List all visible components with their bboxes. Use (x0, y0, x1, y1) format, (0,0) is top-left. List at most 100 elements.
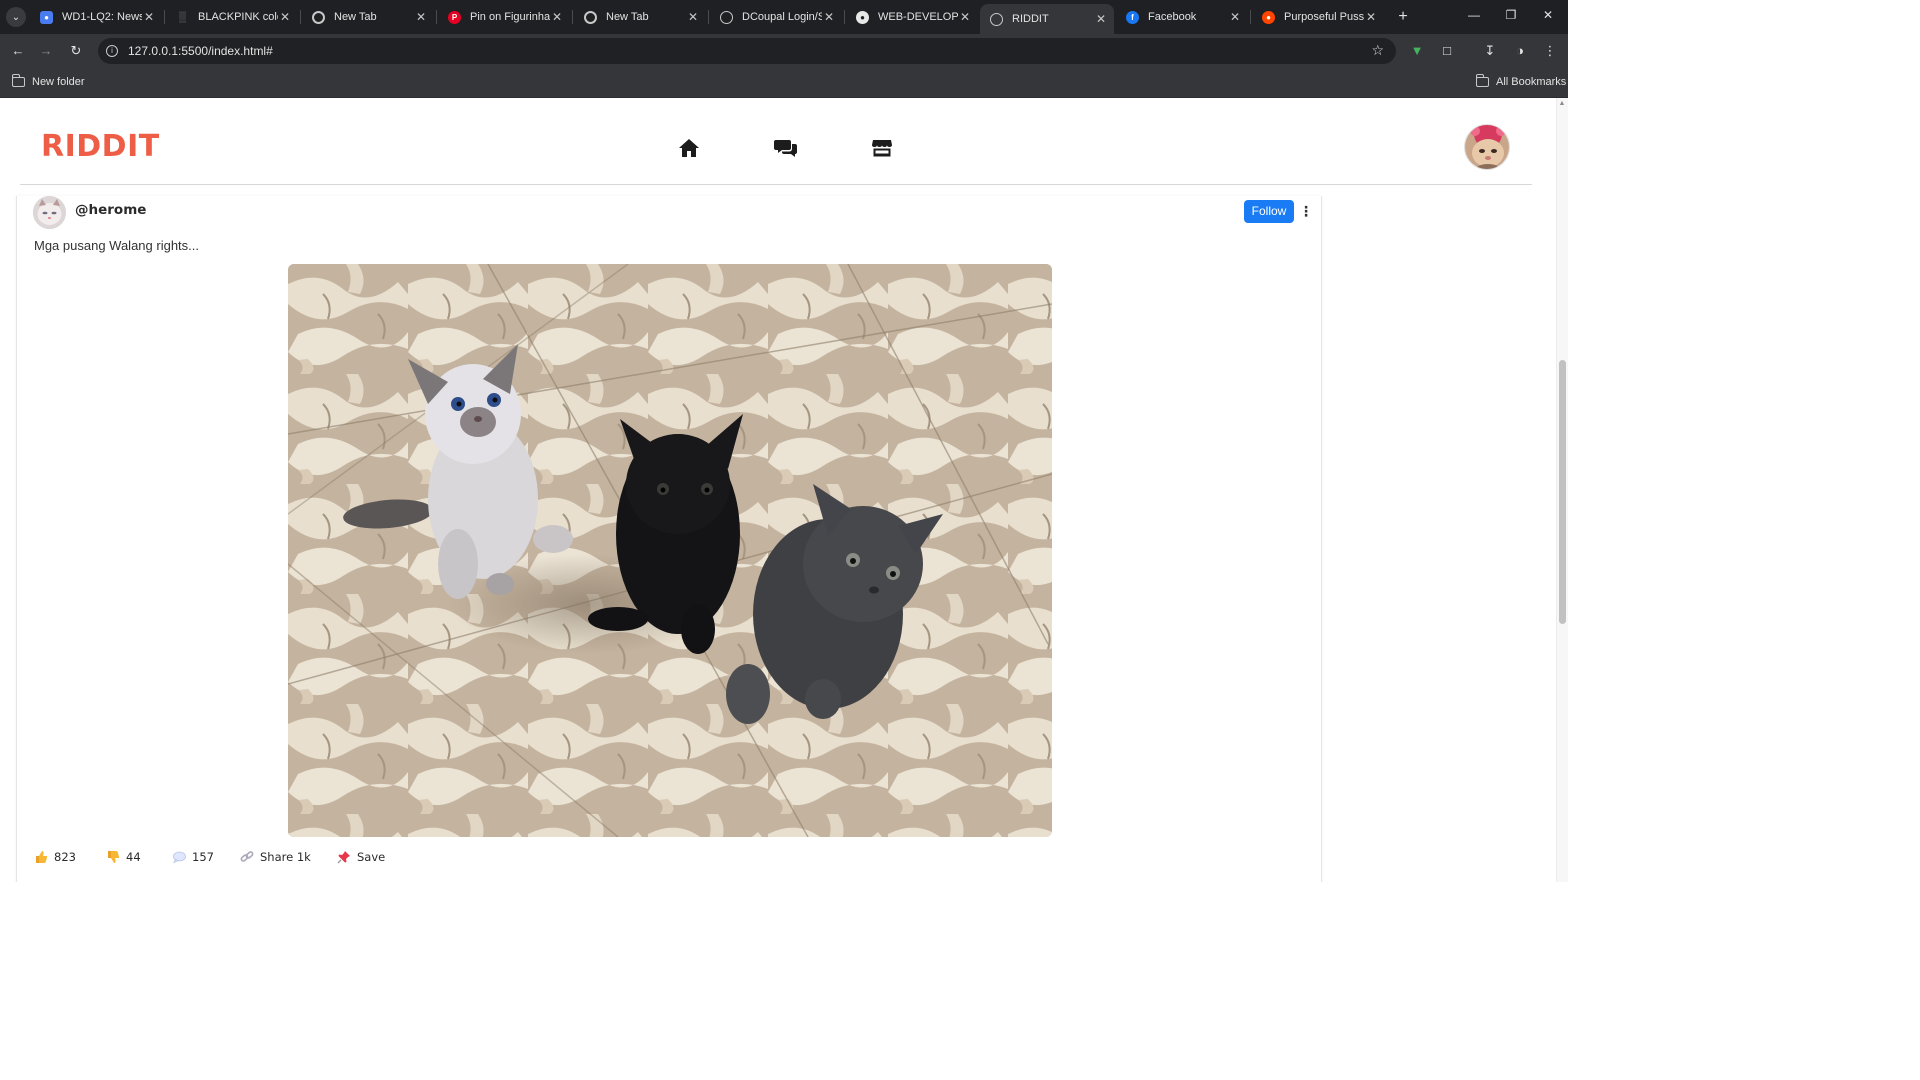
post-card: @herome Follow ⋮ Mga pusang Walang right… (16, 196, 1322, 882)
like-count: 823 (54, 850, 76, 864)
url-text[interactable]: 127.0.0.1:5500/index.html# (128, 44, 273, 58)
author-avatar[interactable] (33, 196, 66, 229)
tab-6[interactable]: ● WEB-DEVELOPME ✕ (846, 4, 978, 30)
thumbs-up-icon (36, 851, 48, 863)
tab-divider (708, 10, 709, 24)
close-icon[interactable]: ✕ (958, 10, 972, 24)
follow-button[interactable]: Follow (1244, 200, 1294, 223)
bookmark-star-icon[interactable]: ☆ (1371, 42, 1384, 59)
save-label: Save (357, 850, 386, 864)
share-label: Share 1k (260, 850, 311, 864)
profile-icon[interactable]: ◑ (1512, 43, 1528, 59)
dislike-count: 44 (126, 850, 141, 864)
close-icon[interactable]: ✕ (414, 10, 428, 24)
comments-icon[interactable] (773, 136, 797, 160)
tab-1[interactable]: ▒ BLACKPINK colors ✕ (166, 4, 298, 30)
tab-3[interactable]: P Pin on Figurinhas ✕ (438, 4, 570, 30)
minimize-icon[interactable]: — (1459, 8, 1489, 22)
all-bookmarks[interactable]: All Bookmarks (1475, 74, 1567, 88)
speech-bubble-icon (173, 851, 186, 864)
user-avatar[interactable] (1464, 124, 1510, 170)
facebook-icon: f (1126, 10, 1139, 24)
tab-divider (844, 10, 845, 24)
close-icon[interactable]: ✕ (1094, 12, 1108, 26)
like-button[interactable]: 823 (34, 850, 76, 864)
tab-divider (300, 10, 301, 24)
bookmark-folder[interactable]: New folder (11, 74, 85, 88)
new-tab-icon[interactable]: + (1393, 7, 1413, 27)
download-icon[interactable]: ↧ (1482, 43, 1498, 59)
page-scrollbar-thumb[interactable] (1559, 360, 1566, 624)
browser-toolbar: ← → ↻ i 127.0.0.1:5500/index.html# ☆ ▼ □… (0, 34, 1568, 68)
docs-icon: ● (40, 10, 53, 24)
tab-divider (1250, 10, 1251, 24)
comments-button[interactable]: 157 (172, 850, 214, 864)
tab-8[interactable]: f Facebook ✕ (1116, 4, 1248, 30)
scroll-up-icon[interactable]: ▲ (1558, 100, 1566, 108)
tab-title: Facebook (1148, 11, 1197, 23)
restore-icon[interactable]: ❐ (1496, 8, 1526, 22)
tab-title: New Tab (606, 11, 649, 23)
close-icon[interactable]: ✕ (822, 10, 836, 24)
comment-count: 157 (192, 850, 214, 864)
all-bookmarks-label: All Bookmarks (1496, 76, 1567, 88)
home-icon[interactable] (677, 136, 701, 160)
tab-strip: ⌄ ● WD1-LQ2: News F ✕ ▒ BLACKPINK colors… (0, 0, 1568, 34)
close-icon[interactable]: ✕ (686, 10, 700, 24)
back-icon[interactable]: ← (9, 42, 27, 60)
share-button[interactable]: Share 1k (240, 850, 311, 864)
folder-icon (1475, 74, 1489, 87)
close-icon[interactable]: ✕ (550, 10, 564, 24)
github-icon: ● (856, 10, 869, 24)
chrome-icon (584, 10, 597, 24)
close-icon[interactable]: ✕ (1228, 10, 1242, 24)
close-icon[interactable]: ✕ (1364, 10, 1378, 24)
post-image[interactable] (288, 264, 1052, 837)
post-options-icon[interactable]: ⋮ (1299, 203, 1313, 219)
address-bar[interactable]: i 127.0.0.1:5500/index.html# ☆ (98, 38, 1396, 64)
link-icon (240, 851, 254, 862)
reddit-icon: ● (1262, 10, 1275, 24)
window-close-icon[interactable]: ✕ (1533, 8, 1563, 22)
globe-icon (990, 12, 1003, 26)
chrome-icon (312, 10, 325, 24)
tab-0[interactable]: ● WD1-LQ2: News F ✕ (30, 4, 162, 30)
forward-icon[interactable]: → (37, 42, 55, 60)
menu-kebab-icon[interactable]: ⋮ (1542, 43, 1558, 59)
tab-5[interactable]: DCoupal Login/Si ✕ (710, 4, 842, 30)
tab-search-icon[interactable]: ⌄ (6, 7, 26, 27)
shield-extension-icon[interactable]: ▼ (1409, 43, 1425, 59)
dislike-button[interactable]: 44 (106, 850, 141, 864)
tab-divider (436, 10, 437, 24)
tab-title: New Tab (334, 11, 377, 23)
extensions-icon[interactable]: □ (1439, 43, 1455, 59)
tab-divider (572, 10, 573, 24)
chart-icon: ▒ (178, 11, 187, 23)
tab-divider (164, 10, 165, 24)
reload-icon[interactable]: ↻ (67, 42, 85, 60)
tab-title: Pin on Figurinhas (470, 11, 550, 23)
tab-title: WEB-DEVELOPME (878, 11, 958, 23)
tab-title: DCoupal Login/Si (742, 11, 822, 23)
save-button[interactable]: Save (337, 850, 385, 864)
bookmark-folder-label: New folder (32, 76, 85, 88)
pushpin-icon (337, 851, 350, 864)
close-icon[interactable]: ✕ (142, 10, 156, 24)
bookmarks-bar: New folder All Bookmarks (0, 68, 1568, 98)
post-caption: Mga pusang Walang rights... (34, 238, 199, 253)
post-username[interactable]: @herome (75, 202, 146, 218)
tab-title: Purposeful Pusses (1284, 11, 1364, 23)
tab-4[interactable]: New Tab ✕ (574, 4, 706, 30)
folder-icon (11, 74, 25, 87)
thumbs-down-icon (108, 851, 120, 863)
tab-7-active[interactable]: RIDDIT ✕ (980, 4, 1114, 34)
site-header: RIDDIT (20, 98, 1532, 185)
site-logo[interactable]: RIDDIT (41, 129, 160, 164)
tab-9[interactable]: ● Purposeful Pusses ✕ (1252, 4, 1384, 30)
store-icon[interactable] (870, 136, 894, 160)
tab-2[interactable]: New Tab ✕ (302, 4, 434, 30)
close-icon[interactable]: ✕ (278, 10, 292, 24)
page-viewport: RIDDIT @herome Follow ⋮ Mga pusang Walan… (0, 98, 1568, 882)
site-info-icon[interactable]: i (106, 45, 118, 57)
tab-title: RIDDIT (1012, 13, 1049, 25)
